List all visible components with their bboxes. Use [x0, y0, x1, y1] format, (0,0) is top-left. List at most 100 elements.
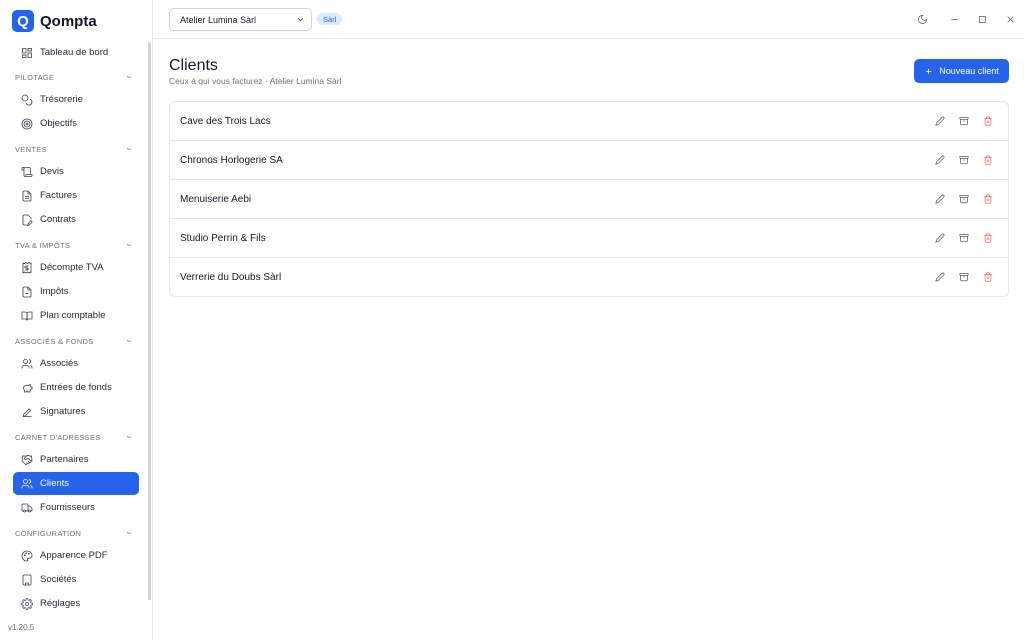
client-name: Chronos Horlogerie SA — [180, 154, 283, 166]
archive-icon — [959, 155, 969, 165]
section-carnet[interactable]: CARNET D'ADRESSES — [15, 431, 133, 443]
section-tva[interactable]: TVA & IMPÔTS — [15, 239, 133, 251]
edit-client-button[interactable] — [934, 115, 946, 127]
archive-icon — [959, 233, 969, 243]
delete-client-button[interactable] — [982, 271, 994, 283]
target-icon — [21, 118, 33, 130]
trash-icon — [984, 155, 992, 165]
sidebar-item-label: Fournisseurs — [40, 502, 95, 513]
sidebar-item-factures[interactable]: Factures — [13, 184, 139, 207]
sidebar-item-objectifs[interactable]: Objectifs — [13, 112, 139, 135]
edit-client-button[interactable] — [934, 232, 946, 244]
archive-icon — [959, 194, 969, 204]
app-version: v1.20.5 — [8, 623, 35, 632]
sidebar-item-label: Entrées de fonds — [40, 382, 112, 393]
archive-client-button[interactable] — [958, 193, 970, 205]
sidebar-item-decompte-tva[interactable]: Décompte TVA — [13, 256, 139, 279]
client-name: Studio Perrin & Fils — [180, 232, 266, 244]
client-row[interactable]: Menuiserie Aebi — [170, 180, 1008, 219]
delete-client-button[interactable] — [982, 193, 994, 205]
plus-icon — [926, 68, 932, 74]
sidebar-nav: Tableau de bord PILOTAGE Trésorerie Obje… — [0, 40, 150, 614]
sidebar-item-partenaires[interactable]: Partenaires — [13, 448, 139, 471]
client-row[interactable]: Verrerie du Doubs Sàrl — [170, 258, 1008, 296]
delete-client-button[interactable] — [982, 154, 994, 166]
archive-icon — [959, 116, 969, 126]
new-client-button[interactable]: Nouveau client — [914, 59, 1009, 83]
sidebar-item-label: Associés — [40, 358, 79, 369]
sidebar-scrollbar[interactable] — [148, 42, 151, 600]
minimize-button[interactable] — [947, 12, 961, 26]
archive-client-button[interactable] — [958, 154, 970, 166]
sidebar-item-plan-comptable[interactable]: Plan comptable — [13, 304, 139, 327]
sidebar-item-label: Décompte TVA — [40, 262, 104, 273]
sidebar-item-label: Contrats — [40, 214, 76, 225]
section-pilotage[interactable]: PILOTAGE — [15, 71, 133, 83]
sidebar-item-dashboard[interactable]: Tableau de bord — [13, 41, 139, 64]
maximize-button[interactable] — [975, 12, 989, 26]
chevron-down-icon — [125, 241, 133, 249]
sidebar-item-signatures[interactable]: Signatures — [13, 400, 139, 423]
archive-icon — [959, 272, 969, 282]
pencil-icon — [935, 272, 945, 282]
sidebar-item-label: Apparence PDF — [40, 550, 108, 561]
section-associes-fonds[interactable]: ASSOCIÉS & FONDS — [15, 335, 133, 347]
file-text-icon — [21, 190, 33, 202]
delete-client-button[interactable] — [982, 232, 994, 244]
edit-client-button[interactable] — [934, 271, 946, 283]
sidebar: Q Qompta Tableau de bord PILOTAGE Trésor… — [0, 0, 153, 640]
chevron-down-icon — [125, 529, 133, 537]
main-content: Atelier Lumina Sàrl Sàrl Clients Ceux à … — [154, 0, 1024, 640]
sidebar-item-label: Tableau de bord — [40, 47, 109, 58]
pencil-icon — [935, 194, 945, 204]
sidebar-item-tresorerie[interactable]: Trésorerie — [13, 88, 139, 111]
book-open-icon — [21, 310, 33, 322]
delete-client-button[interactable] — [982, 115, 994, 127]
palette-icon — [21, 550, 33, 562]
sidebar-item-contrats[interactable]: Contrats — [13, 208, 139, 231]
client-row[interactable]: Chronos Horlogerie SA — [170, 141, 1008, 180]
sidebar-item-clients[interactable]: Clients — [13, 472, 139, 495]
client-row[interactable]: Studio Perrin & Fils — [170, 219, 1008, 258]
gear-icon — [21, 597, 33, 610]
chevron-down-icon — [297, 18, 304, 22]
file-icon — [21, 286, 33, 298]
sidebar-item-devis[interactable]: Devis — [13, 160, 139, 183]
sidebar-item-reglages[interactable]: Réglages — [13, 592, 139, 614]
trash-icon — [984, 272, 992, 282]
client-row[interactable]: Cave des Trois Lacs — [170, 102, 1008, 141]
handshake-icon — [21, 454, 33, 466]
client-name: Cave des Trois Lacs — [180, 115, 271, 127]
moon-icon — [917, 14, 927, 24]
minimize-icon — [950, 18, 958, 20]
archive-client-button[interactable] — [958, 271, 970, 283]
close-button[interactable] — [1003, 12, 1017, 26]
users-icon — [21, 478, 33, 490]
company-type-badge: Sàrl — [317, 13, 343, 25]
chevron-down-icon — [125, 433, 133, 441]
client-name: Menuiserie Aebi — [180, 193, 252, 205]
section-ventes[interactable]: VENTES — [15, 143, 133, 155]
archive-client-button[interactable] — [958, 232, 970, 244]
coins-icon — [21, 94, 33, 106]
users-icon — [21, 358, 33, 370]
archive-client-button[interactable] — [958, 115, 970, 127]
section-label: ASSOCIÉS & FONDS — [15, 336, 94, 346]
chevron-down-icon — [125, 145, 133, 153]
building-icon — [21, 574, 33, 586]
sidebar-item-fournisseurs[interactable]: Fournisseurs — [13, 496, 139, 519]
edit-client-button[interactable] — [934, 154, 946, 166]
sidebar-item-societes[interactable]: Sociétés — [13, 568, 139, 591]
sidebar-item-entrees-fonds[interactable]: Entrées de fonds — [13, 376, 139, 399]
theme-toggle-button[interactable] — [915, 12, 929, 26]
sidebar-item-associes[interactable]: Associés — [13, 352, 139, 375]
sidebar-item-apparence-pdf[interactable]: Apparence PDF — [13, 544, 139, 567]
section-label: TVA & IMPÔTS — [15, 240, 71, 250]
section-configuration[interactable]: CONFIGURATION — [15, 527, 133, 539]
company-select[interactable]: Atelier Lumina Sàrl — [169, 8, 312, 31]
section-label: CONFIGURATION — [15, 528, 82, 538]
edit-client-button[interactable] — [934, 193, 946, 205]
app-window: Q Qompta Tableau de bord PILOTAGE Trésor… — [0, 0, 1024, 640]
sidebar-item-impots[interactable]: Impôts — [13, 280, 139, 303]
sidebar-item-label: Devis — [40, 166, 64, 177]
